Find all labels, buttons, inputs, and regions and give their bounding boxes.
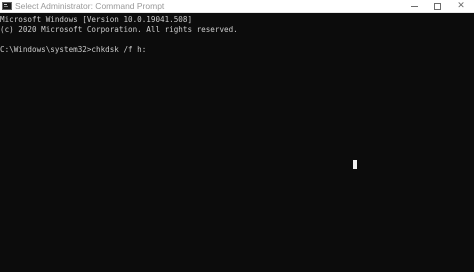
- minimize-icon: [411, 6, 418, 7]
- console-line-copyright: (c) 2020 Microsoft Corporation. All righ…: [0, 25, 238, 34]
- maximize-icon: [434, 3, 441, 10]
- maximize-button[interactable]: [427, 0, 449, 13]
- title-bar[interactable]: Select Administrator: Command Prompt ✕: [0, 0, 474, 13]
- minimize-button[interactable]: [404, 0, 426, 13]
- close-icon: ✕: [457, 1, 465, 11]
- text-cursor: [353, 160, 357, 169]
- console-line-command: C:\Windows\system32>chkdsk /f h:: [0, 45, 147, 54]
- command-prompt-window: Select Administrator: Command Prompt ✕ M…: [0, 0, 474, 272]
- close-button[interactable]: ✕: [450, 0, 472, 13]
- window-title: Select Administrator: Command Prompt: [15, 1, 165, 11]
- command-prompt-icon[interactable]: [2, 2, 12, 10]
- console-line-version: Microsoft Windows [Version 10.0.19041.50…: [0, 15, 193, 24]
- console-output-area[interactable]: Microsoft Windows [Version 10.0.19041.50…: [0, 13, 474, 272]
